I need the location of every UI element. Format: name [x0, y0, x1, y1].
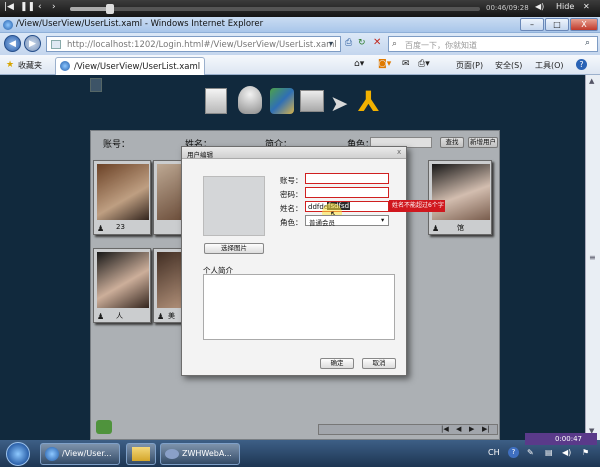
seek-progress	[70, 7, 110, 11]
choose-image-button[interactable]: 选择图片	[204, 243, 264, 254]
cancel-button[interactable]: 取消	[362, 358, 396, 369]
forward-icon[interactable]: ▶	[24, 35, 41, 52]
address-url: http://localhost:1202/Login.html#/View/U…	[67, 40, 337, 50]
seek-track[interactable]	[70, 7, 480, 11]
minimize-button[interactable]: –	[520, 18, 544, 31]
search-icon: ⌕	[392, 39, 398, 49]
taskbar: /View/User... ZWHWebA... 0:00:47 CH ? ✎ …	[0, 433, 600, 467]
taskbar-ie[interactable]: /View/User...	[40, 443, 120, 465]
taskbar-app[interactable]: ZWHWebA...	[160, 443, 240, 465]
account-input[interactable]	[305, 173, 389, 184]
seek-handle[interactable]	[106, 4, 114, 14]
stop-icon[interactable]: ✕	[373, 37, 381, 48]
recorder-clock: 0:00:47	[525, 433, 597, 445]
hide-button[interactable]: Hide	[556, 2, 574, 11]
picture-icon[interactable]	[270, 88, 294, 114]
help-tray-icon[interactable]: ?	[508, 447, 519, 458]
name-label: 姓名：	[280, 204, 303, 213]
ie-logo-icon	[45, 447, 59, 461]
document-icon[interactable]	[205, 88, 227, 114]
address-dropdown-icon[interactable]: ▾	[329, 39, 333, 48]
vertical-scrollbar[interactable]: ▲ ≡ ▼	[585, 75, 600, 440]
start-button[interactable]	[6, 442, 30, 466]
print-icon[interactable]: ⎙▾	[418, 59, 430, 69]
home-icon[interactable]: ⌂▾	[354, 59, 364, 69]
dialog-title: 用户编辑	[187, 151, 213, 159]
volume-icon[interactable]: ◀)	[535, 2, 544, 11]
name-error-tooltip: 姓名不能超过6个字	[389, 200, 445, 212]
paper-plane-icon[interactable]: ➤	[330, 92, 348, 117]
prev-icon[interactable]: ‹	[38, 2, 42, 12]
flag-icon[interactable]: ⚑	[582, 448, 589, 457]
user-icon[interactable]	[238, 86, 262, 114]
rss-icon[interactable]: ◙▾	[378, 59, 391, 69]
back-icon[interactable]: ◀	[4, 35, 21, 52]
search-field[interactable]: ⌕ 百度一下，你就知道 ⌕	[388, 36, 598, 52]
safety-menu[interactable]: 安全(S)	[495, 60, 522, 71]
tab-title: /View/UserView/UserList.xaml	[74, 62, 201, 72]
dialog-close-icon[interactable]: x	[397, 148, 401, 156]
window-title: /View/UserView/UserList.xaml - Windows I…	[16, 19, 264, 29]
role-select[interactable]: 普通会员 ▾	[305, 215, 389, 227]
password-input[interactable]	[305, 187, 389, 198]
scroll-grip-icon[interactable]: ≡	[589, 253, 596, 262]
address-field[interactable]: http://localhost:1202/Login.html#/View/U…	[46, 36, 341, 52]
taskbar-app-label: ZWHWebA...	[182, 449, 232, 458]
password-label: 密码：	[280, 190, 303, 199]
favorites-button[interactable]: 收藏夹	[18, 60, 42, 71]
tools-menu[interactable]: 工具(O)	[535, 60, 564, 71]
intro-textarea[interactable]	[203, 274, 395, 340]
menu-toggle-icon[interactable]	[90, 78, 102, 92]
page-menu[interactable]: 页面(P)	[456, 60, 483, 71]
search-placeholder: 百度一下，你就知道	[405, 41, 477, 50]
search-go-icon[interactable]: ⌕	[585, 38, 590, 48]
role-label: 角色：	[280, 218, 303, 227]
language-indicator[interactable]: CH	[488, 448, 500, 457]
page-icon	[51, 40, 61, 49]
player-close-icon[interactable]: ✕	[583, 2, 590, 11]
address-toolbar: ◀ ▶ http://localhost:1202/Login.html#/Vi…	[0, 33, 600, 55]
aim-logo-icon[interactable]: ⅄	[358, 85, 379, 118]
next-icon[interactable]: ›	[52, 2, 56, 12]
compat-icon[interactable]: ⎙	[345, 38, 352, 48]
name-input[interactable]: ddfde fsdfsd	[305, 201, 389, 212]
favorites-star-icon: ★	[6, 60, 15, 70]
volume-tray-icon[interactable]: ◀)	[562, 448, 571, 457]
pause-icon[interactable]: ❚❚	[20, 2, 35, 12]
mail-icon[interactable]: ✉	[402, 59, 410, 69]
refresh-icon[interactable]: ↻	[358, 38, 366, 48]
ok-button[interactable]: 确定	[320, 358, 354, 369]
player-time: 00:46/09:28	[486, 4, 529, 12]
tray-icon[interactable]: ✎	[527, 448, 534, 457]
cloud-icon	[165, 449, 179, 459]
window-titlebar: /View/UserView/UserList.xaml - Windows I…	[0, 17, 600, 33]
chevron-down-icon: ▾	[381, 216, 385, 224]
newspaper-icon[interactable]	[300, 90, 324, 112]
folder-icon	[132, 447, 150, 461]
tab-current[interactable]: /View/UserView/UserList.xaml	[55, 57, 205, 75]
taskbar-explorer[interactable]	[126, 443, 156, 465]
avatar-preview	[203, 176, 265, 236]
ie-logo-icon	[3, 20, 13, 30]
account-label: 账号：	[280, 176, 303, 185]
skip-back-icon[interactable]: |◀	[4, 2, 14, 12]
scroll-up-icon[interactable]: ▲	[589, 77, 594, 85]
maximize-button[interactable]: □	[545, 18, 569, 31]
help-icon[interactable]: ?	[576, 59, 587, 70]
network-icon[interactable]: ▤	[545, 448, 553, 457]
taskbar-ie-label: /View/User...	[62, 449, 112, 458]
dialog-titlebar: 用户编辑 x	[182, 147, 406, 159]
user-edit-dialog: 用户编辑 x 选择图片 账号： 密码： 姓名： ddfde fsdfsd ↖ 角…	[181, 146, 407, 376]
tab-ie-icon	[60, 61, 70, 71]
player-bar: |◀ ❚❚ ‹ › 00:46/09:28 ◀) Hide ✕	[0, 0, 600, 17]
close-button[interactable]: X	[570, 18, 598, 31]
role-value: 普通会员	[309, 219, 335, 227]
